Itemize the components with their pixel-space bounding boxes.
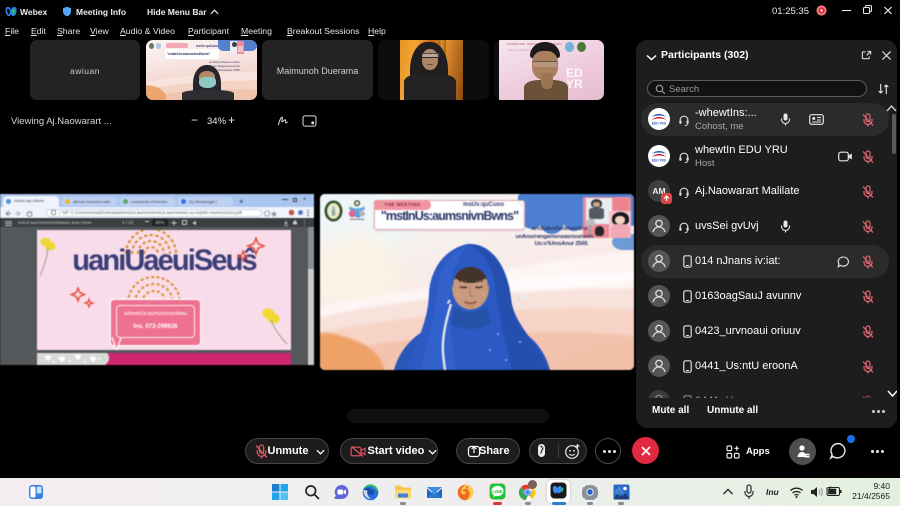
svg-text:LINE: LINE bbox=[492, 489, 502, 494]
svg-text:EDU YRU: EDU YRU bbox=[652, 158, 667, 162]
svg-text:EDU YRU: EDU YRU bbox=[652, 122, 667, 126]
